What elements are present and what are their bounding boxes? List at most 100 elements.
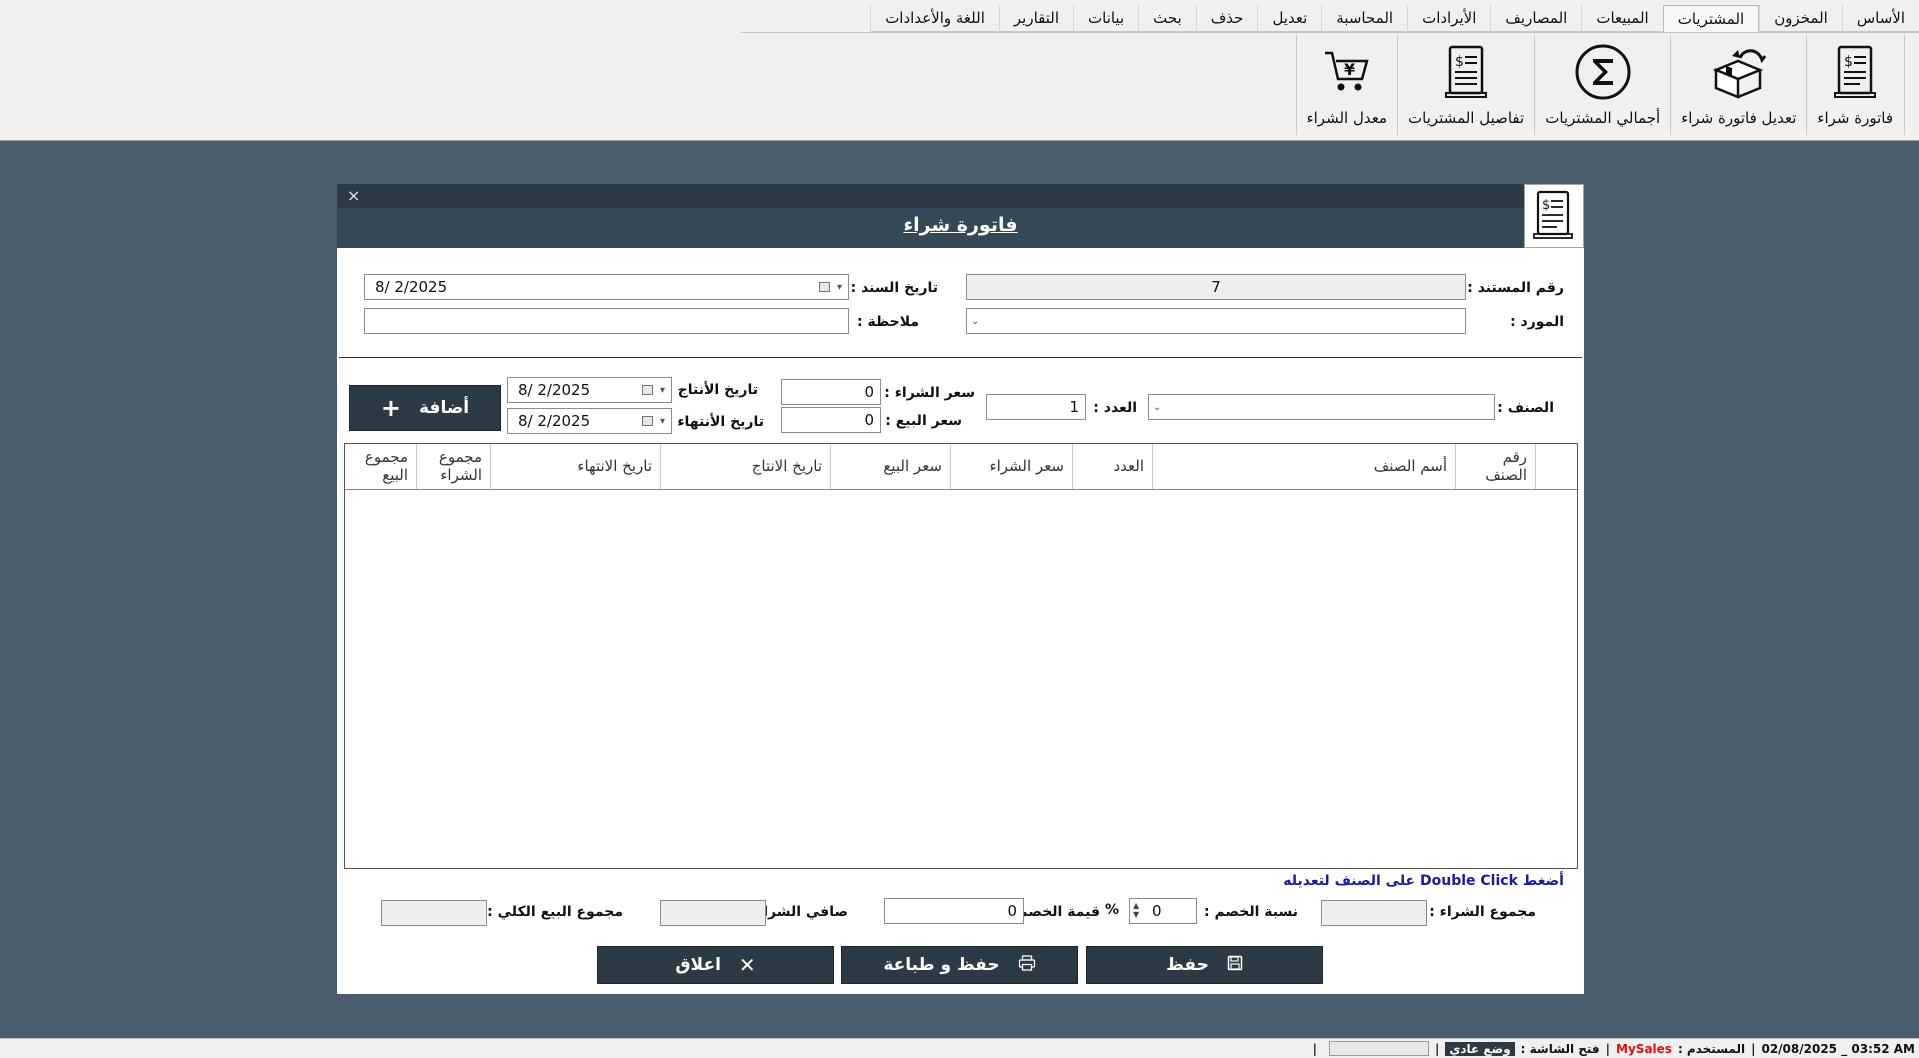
ribbon-divider — [741, 32, 1919, 33]
dialog-close-icon[interactable]: × — [347, 185, 360, 207]
purchases-total-label: أجمالي المشتريات — [1545, 109, 1661, 127]
grid-col-total-purchase[interactable]: مجموع الشراء — [416, 444, 490, 489]
cart-yen-icon: ¥ — [1316, 41, 1378, 103]
purchases-total-button[interactable]: أجمالي المشتريات — [1534, 35, 1670, 135]
box-return-icon — [1708, 41, 1770, 103]
purchase-invoice-label: فاتورة شراء — [1817, 109, 1893, 127]
grid-col-production-date[interactable]: تاريخ الانتاج — [660, 444, 830, 489]
svg-text:$: $ — [1542, 198, 1550, 213]
tab-search[interactable]: بحث — [1138, 5, 1196, 32]
doc-date-label: تاريخ السند : — [850, 280, 938, 296]
tab-delete[interactable]: حذف — [1195, 5, 1258, 32]
supplier-label: المورد : — [1510, 314, 1564, 330]
supplier-select[interactable]: ⌄ — [966, 308, 1466, 334]
grid-col-total-sale[interactable]: مجموع البيع — [345, 444, 416, 489]
grid-col-qty[interactable]: العدد — [1072, 444, 1152, 489]
percent-symbol: % — [1105, 902, 1120, 918]
status-datetime: 02/08/2025 _ 03:52 AM — [1761, 1041, 1915, 1056]
invoice-icon: $ — [1524, 184, 1584, 248]
close-icon: ✕ — [738, 953, 756, 977]
tab-expenses[interactable]: المصاريف — [1490, 5, 1581, 32]
tab-edit[interactable]: تعديل — [1257, 5, 1321, 32]
total-purchase-label: مجموع الشراء : — [1429, 904, 1536, 920]
status-app-name: MySales — [1616, 1041, 1672, 1056]
grid-col-sale-price[interactable]: سعر البيع — [830, 444, 950, 489]
save-button[interactable]: حفظ — [1086, 946, 1323, 984]
floppy-icon — [1227, 955, 1243, 976]
note-field[interactable] — [364, 308, 849, 334]
expiry-date-value: 8/ 2/2025 — [518, 412, 591, 430]
chevron-down-icon: ▾ — [659, 416, 665, 427]
doc-number-field[interactable]: 7 — [966, 274, 1466, 300]
receipt-dollar-icon: $ — [1435, 41, 1497, 103]
edit-purchase-invoice-label: تعديل فاتورة شراء — [1681, 109, 1797, 127]
tab-data[interactable]: بيانات — [1073, 5, 1138, 32]
note-label: ملاحظة : — [857, 314, 919, 330]
tab-accounting[interactable]: المحاسبة — [1321, 5, 1407, 32]
discount-value-field[interactable]: 0 — [884, 898, 1024, 924]
doc-date-picker[interactable]: 8/ 2/2025 ▾ — [364, 274, 849, 300]
grid-col-item-name[interactable]: أسم الصنف — [1152, 444, 1455, 489]
grid-col-item-number[interactable]: رقم الصنف — [1455, 444, 1535, 489]
purchase-invoice-button[interactable]: $ فاتورة شراء — [1806, 35, 1903, 135]
chevron-down-icon: ▾ — [659, 385, 665, 396]
production-date-picker[interactable]: 8/ 2/2025 ▾ — [507, 377, 672, 403]
discount-rate-label: نسبة الخصم : — [1204, 904, 1298, 920]
save-print-button[interactable]: حفظ و طباعة — [841, 946, 1078, 984]
save-label: حفظ — [1166, 955, 1209, 975]
chevron-down-icon: ▾ — [836, 282, 842, 293]
sale-price-field[interactable]: 0 — [781, 407, 881, 433]
status-user-label: المستخدم : — [1677, 1041, 1746, 1056]
dialog-header: فاتورة شراء — [337, 208, 1584, 248]
edit-purchase-invoice-button[interactable]: تعديل فاتورة شراء — [1670, 35, 1806, 135]
status-bar: 02/08/2025 _ 03:52 AM | المستخدم : MySal… — [0, 1038, 1919, 1058]
purchase-price-field[interactable]: 0 — [781, 379, 881, 405]
purchase-rate-button[interactable]: ¥ معدل الشراء — [1295, 35, 1397, 135]
grid-col-purchase-price[interactable]: سعر الشراء — [950, 444, 1072, 489]
items-grid[interactable]: رقم الصنف أسم الصنف العدد سعر الشراء سعر… — [344, 443, 1578, 869]
doc-date-value: 8/ 2/2025 — [375, 278, 448, 296]
expiry-date-picker[interactable]: 8/ 2/2025 ▾ — [507, 408, 672, 434]
add-item-button[interactable]: + أضافة — [349, 385, 501, 431]
grid-header: رقم الصنف أسم الصنف العدد سعر الشراء سعر… — [345, 444, 1577, 490]
tab-revenues[interactable]: الأيرادات — [1407, 5, 1490, 32]
purchase-invoice-dialog: × فاتورة شراء $ رقم المستند : 7 تاريخ ال… — [337, 184, 1584, 994]
sigma-icon — [1572, 41, 1634, 103]
tab-purchases[interactable]: المشتريات — [1662, 5, 1760, 33]
grid-col-expiry-date[interactable]: تاريخ الانتهاء — [490, 444, 660, 489]
ribbon-tabs: الأساس المخزون المشتريات المبيعات المصار… — [870, 5, 1919, 33]
invoice-icon: $ — [1824, 41, 1886, 103]
purchase-price-label: سعر الشراء : — [884, 385, 975, 401]
item-select[interactable]: ⌄ — [1148, 394, 1495, 420]
doc-number-label: رقم المستند : — [1467, 280, 1564, 296]
close-label: اعلاق — [675, 955, 721, 975]
spinner-arrows-icon[interactable]: ▲ ▼ — [1133, 901, 1139, 919]
status-separator: | — [1312, 1041, 1317, 1056]
item-label: الصنف : — [1497, 400, 1554, 416]
production-date-value: 8/ 2/2025 — [518, 381, 591, 399]
chevron-down-icon: ⌄ — [971, 316, 980, 327]
total-sale-label: مجموع البيع الكلي : — [487, 904, 623, 920]
close-button[interactable]: اعلاق ✕ — [597, 946, 834, 984]
grid-header-row-selector — [1535, 444, 1577, 489]
ribbon-edge-divider — [1904, 35, 1905, 135]
qty-label: العدد : — [1093, 400, 1137, 416]
dialog-title: فاتورة شراء — [903, 214, 1018, 236]
tab-inventory[interactable]: المخزون — [1759, 5, 1842, 32]
add-item-label: أضافة — [419, 398, 470, 418]
calendar-icon — [642, 385, 653, 395]
printer-icon — [1018, 954, 1036, 976]
status-progress-field — [1328, 1041, 1429, 1056]
save-print-label: حفظ و طباعة — [883, 955, 1000, 975]
tab-basics[interactable]: الأساس — [1841, 5, 1919, 32]
edit-hint: أضغط Double Click على الصنف لتعديله — [1283, 873, 1564, 889]
tab-reports[interactable]: التقارير — [998, 5, 1073, 32]
tab-sales[interactable]: المبيعات — [1581, 5, 1662, 32]
status-separator: | — [1605, 1041, 1611, 1056]
purchases-details-button[interactable]: $ تفاصيل المشتريات — [1397, 35, 1534, 135]
form-separator — [339, 357, 1582, 358]
qty-field[interactable]: 1 — [986, 394, 1086, 420]
tab-language-settings[interactable]: اللغة والأعدادات — [870, 5, 999, 32]
discount-rate-spinner[interactable]: 0 ▲ ▼ — [1129, 898, 1197, 924]
production-date-label: تاريخ الأنتاج : — [667, 382, 758, 398]
